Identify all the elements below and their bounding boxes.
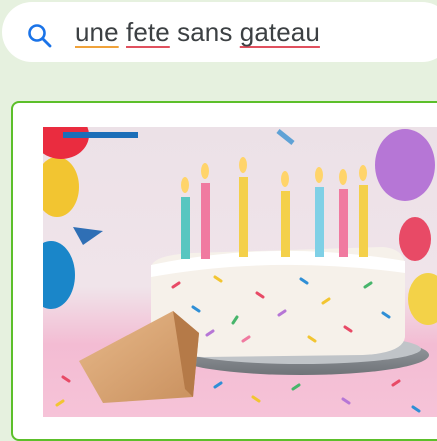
search-bar[interactable]: une fete sans gateau <box>2 2 437 62</box>
search-input[interactable]: une fete sans gateau <box>75 17 320 48</box>
search-icon[interactable] <box>26 22 54 50</box>
query-word: fete <box>126 17 170 47</box>
query-word: gateau <box>239 17 320 47</box>
cake-photo[interactable] <box>43 127 437 417</box>
query-word: une <box>75 17 119 47</box>
query-word: sans <box>177 17 233 47</box>
